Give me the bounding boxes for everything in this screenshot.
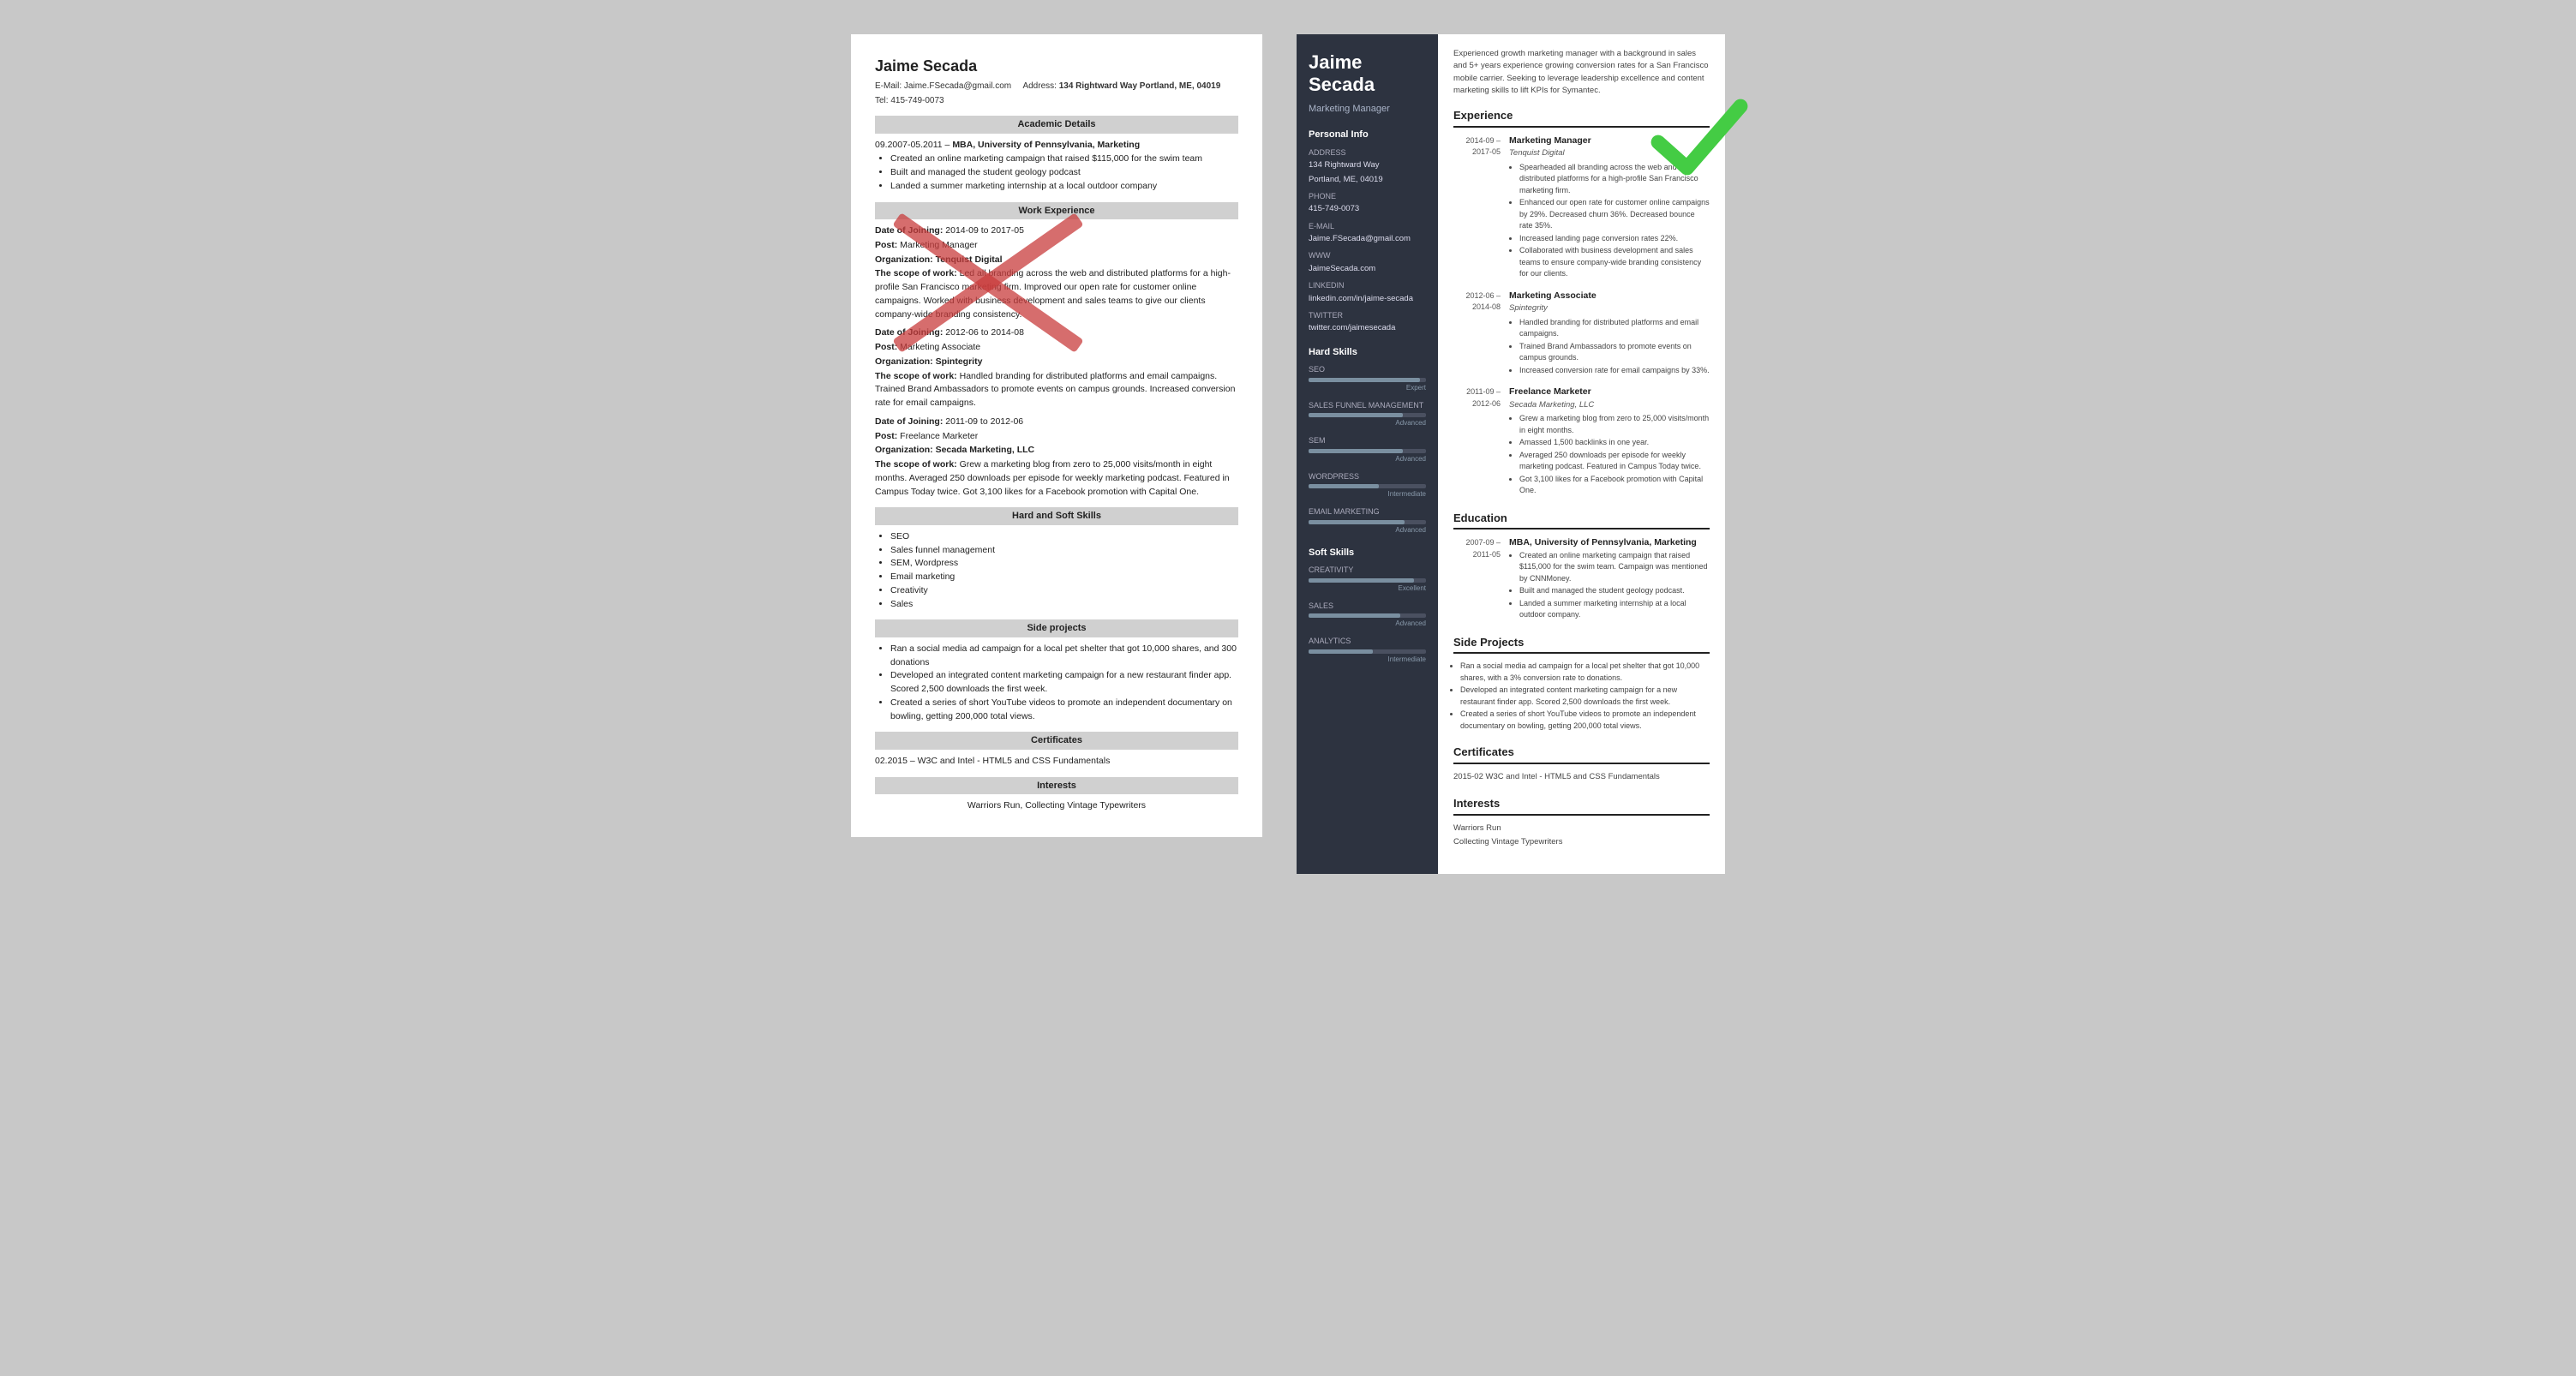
right-experience-section: Experience 2014-09 –2017-05 Marketing Ma… [1453,107,1710,498]
left-contact-email: E-Mail: Jaime.FSecada@gmail.com Address:… [875,80,1238,93]
resume-left: Jaime Secada E-Mail: Jaime.FSecada@gmail… [851,34,1262,837]
right-address-line2: Portland, ME, 04019 [1309,174,1426,186]
left-work-entry3-post: Post: Freelance Marketer [875,430,1238,444]
left-skills-list: SEO Sales funnel management SEM, Wordpre… [890,530,1238,612]
right-sidebar: Jaime Secada Marketing Manager Personal … [1297,34,1438,874]
right-sidebar-title: Marketing Manager [1309,102,1426,117]
right-interests-title: Interests [1453,795,1710,816]
left-academic-header: Academic Details [875,116,1238,134]
right-address-label: Address [1309,147,1426,159]
right-sidebar-name: Jaime Secada [1309,51,1426,97]
right-education-section: Education 2007-09 –2011-05 MBA, Universi… [1453,510,1710,622]
left-work-header: Work Experience [875,202,1238,220]
left-work-entry3-date: Date of Joining: 2011-09 to 2012-06 [875,416,1238,429]
right-edu-entry1: 2007-09 –2011-05 MBA, University of Penn… [1453,536,1710,622]
left-work-entry2-post: Post: Marketing Associate [875,341,1238,355]
address-value: 134 Rightward Way Portland, ME, 04019 [1059,81,1221,91]
skill-seo: SEO Expert [1309,364,1426,393]
right-experience-title: Experience [1453,107,1710,128]
skill-sales: SALES Advanced [1309,601,1426,630]
right-www-value: JaimeSecada.com [1309,263,1426,275]
right-sideprojects-section: Side Projects Ran a social media ad camp… [1453,634,1710,733]
right-exp-entry3: 2011-09 –2012-06 Freelance Marketer Seca… [1453,386,1710,498]
left-work-entry2-scope: The scope of work: Handled branding for … [875,370,1238,410]
right-certificates-title: Certificates [1453,744,1710,764]
right-cert-entry: 2015-02 W3C and Intel - HTML5 and CSS Fu… [1453,771,1710,783]
email-label: E-Mail: [875,81,902,91]
skill-wordpress: WORDPRESS Intermediate [1309,471,1426,500]
right-certificates-section: Certificates 2015-02 W3C and Intel - HTM… [1453,744,1710,783]
left-work-entry3-org: Organization: Secada Marketing, LLC [875,444,1238,458]
right-interests-section: Interests Warriors Run Collecting Vintag… [1453,795,1710,848]
skill-sales-funnel: SALES FUNNEL MANAGEMENT Advanced [1309,400,1426,429]
left-work-entry1-date: Date of Joining: 2014-09 to 2017-05 [875,224,1238,238]
address-label: Address: [1022,81,1056,91]
email-value: Jaime.FSecada@gmail.com [904,81,1011,91]
right-education-title: Education [1453,510,1710,530]
left-academic-bullets: Created an online marketing campaign tha… [890,153,1238,193]
right-www-label: WWW [1309,250,1426,262]
right-main: Experienced growth marketing manager wit… [1438,34,1725,874]
skill-sem: SEM Advanced [1309,435,1426,464]
tel-label: Tel: [875,96,889,105]
resume-right: Jaime Secada Marketing Manager Personal … [1297,34,1725,874]
left-cert-header: Certificates [875,732,1238,750]
left-work-entry2-date: Date of Joining: 2012-06 to 2014-08 [875,326,1238,340]
left-work-entry1-post: Post: Marketing Manager [875,239,1238,253]
right-exp-entry1: 2014-09 –2017-05 Marketing Manager Tenqu… [1453,135,1710,281]
right-sideprojects-list: Ran a social media ad campaign for a loc… [1460,661,1710,732]
skill-email-marketing: EMAIL MARKETING Advanced [1309,506,1426,535]
left-interests-entry: Warriors Run, Collecting Vintage Typewri… [875,799,1238,813]
right-interests-item2: Collecting Vintage Typewriters [1453,836,1710,848]
left-contact-tel: Tel: 415-749-0073 [875,94,1238,107]
right-soft-skills-title: Soft Skills [1309,546,1426,560]
right-email-label: E-mail [1309,221,1426,233]
left-cert-entry: 02.2015 – W3C and Intel - HTML5 and CSS … [875,755,1238,769]
left-sideprojects-header: Side projects [875,619,1238,637]
skill-analytics: ANALYTICS Intermediate [1309,636,1426,665]
right-email-value: Jaime.FSecada@gmail.com [1309,233,1426,245]
left-work-entry2-org: Organization: Spintegrity [875,356,1238,369]
left-work-entry1-scope: The scope of work: Led all branding acro… [875,267,1238,321]
right-phone-value: 415-749-0073 [1309,203,1426,215]
right-interests-item1: Warriors Run [1453,823,1710,835]
right-personal-info-title: Personal Info [1309,128,1426,142]
right-summary: Experienced growth marketing manager wit… [1453,48,1710,97]
right-address-line1: 134 Rightward Way [1309,159,1426,171]
right-sideprojects-title: Side Projects [1453,634,1710,655]
left-interests-header: Interests [875,777,1238,795]
left-academic-date: 09.2007-05.2011 – MBA, University of Pen… [875,139,1238,153]
right-linkedin-label: LinkedIn [1309,280,1426,292]
right-twitter-label: Twitter [1309,310,1426,322]
left-sideprojects-list: Ran a social media ad campaign for a loc… [890,643,1238,724]
right-hard-skills-title: Hard Skills [1309,345,1426,360]
tel-value: 415-749-0073 [890,96,944,105]
left-name: Jaime Secada [875,55,1238,78]
left-work-entry3-scope: The scope of work: Grew a marketing blog… [875,458,1238,499]
skill-creativity: CREATIVITY Excellent [1309,565,1426,594]
right-twitter-value: twitter.com/jaimesecada [1309,322,1426,334]
left-work-entry1-org: Organization: Tenquist Digital [875,254,1238,267]
right-exp-entry2: 2012-06 –2014-08 Marketing Associate Spi… [1453,290,1710,378]
right-linkedin-value: linkedin.com/in/jaime-secada [1309,293,1426,305]
right-phone-label: Phone [1309,191,1426,203]
left-skills-header: Hard and Soft Skills [875,507,1238,525]
